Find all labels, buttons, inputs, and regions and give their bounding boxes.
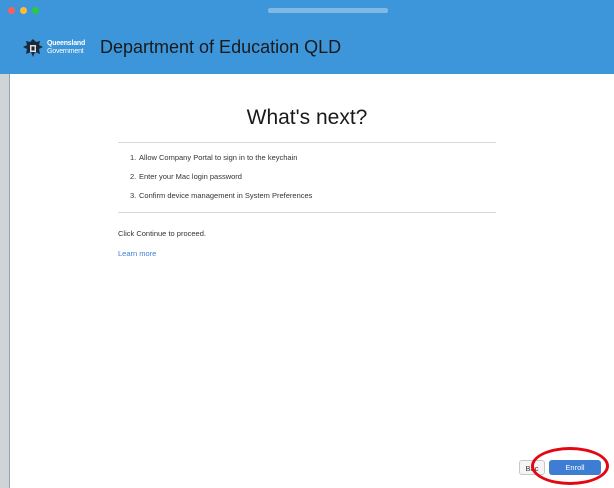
government-wordmark: Queensland Government [47, 40, 93, 56]
left-window-edge [0, 74, 10, 488]
queensland-crest-icon [23, 39, 43, 57]
steps-list: 1. Allow Company Portal to sign in to the… [130, 154, 312, 211]
maximize-window-button[interactable] [32, 7, 39, 14]
step-item: 2. Enter your Mac login password [130, 173, 312, 181]
step-number: 2. [130, 172, 137, 181]
gov-wordmark-line2: Government [47, 48, 84, 55]
back-button[interactable]: Bac [519, 460, 545, 475]
gov-wordmark-line1: Queensland [47, 40, 86, 47]
step-number: 3. [130, 191, 137, 200]
step-item: 3. Confirm device management in System Pr… [130, 192, 312, 200]
app-header: Queensland Government Department of Educ… [0, 22, 614, 74]
minimize-window-button[interactable] [20, 7, 27, 14]
step-text: Allow Company Portal to sign in to the k… [139, 153, 298, 162]
close-window-button[interactable] [8, 7, 15, 14]
divider-top [118, 142, 496, 143]
step-text: Enter your Mac login password [139, 172, 242, 181]
title-bar[interactable] [0, 0, 614, 22]
enroll-button[interactable]: Enroll [549, 460, 601, 475]
company-portal-window: Queensland Government Department of Educ… [0, 0, 614, 488]
proceed-instruction: Click Continue to proceed. [118, 229, 206, 238]
window-title-blurred [268, 8, 388, 13]
step-number: 1. [130, 153, 137, 162]
organization-title: Department of Education QLD [100, 37, 342, 57]
page-heading: What's next? [246, 106, 368, 129]
divider-bottom [118, 212, 496, 213]
step-item: 1. Allow Company Portal to sign in to the… [130, 154, 312, 162]
step-text: Confirm device management in System Pref… [139, 191, 313, 200]
learn-more-link[interactable]: Learn more [118, 249, 156, 258]
